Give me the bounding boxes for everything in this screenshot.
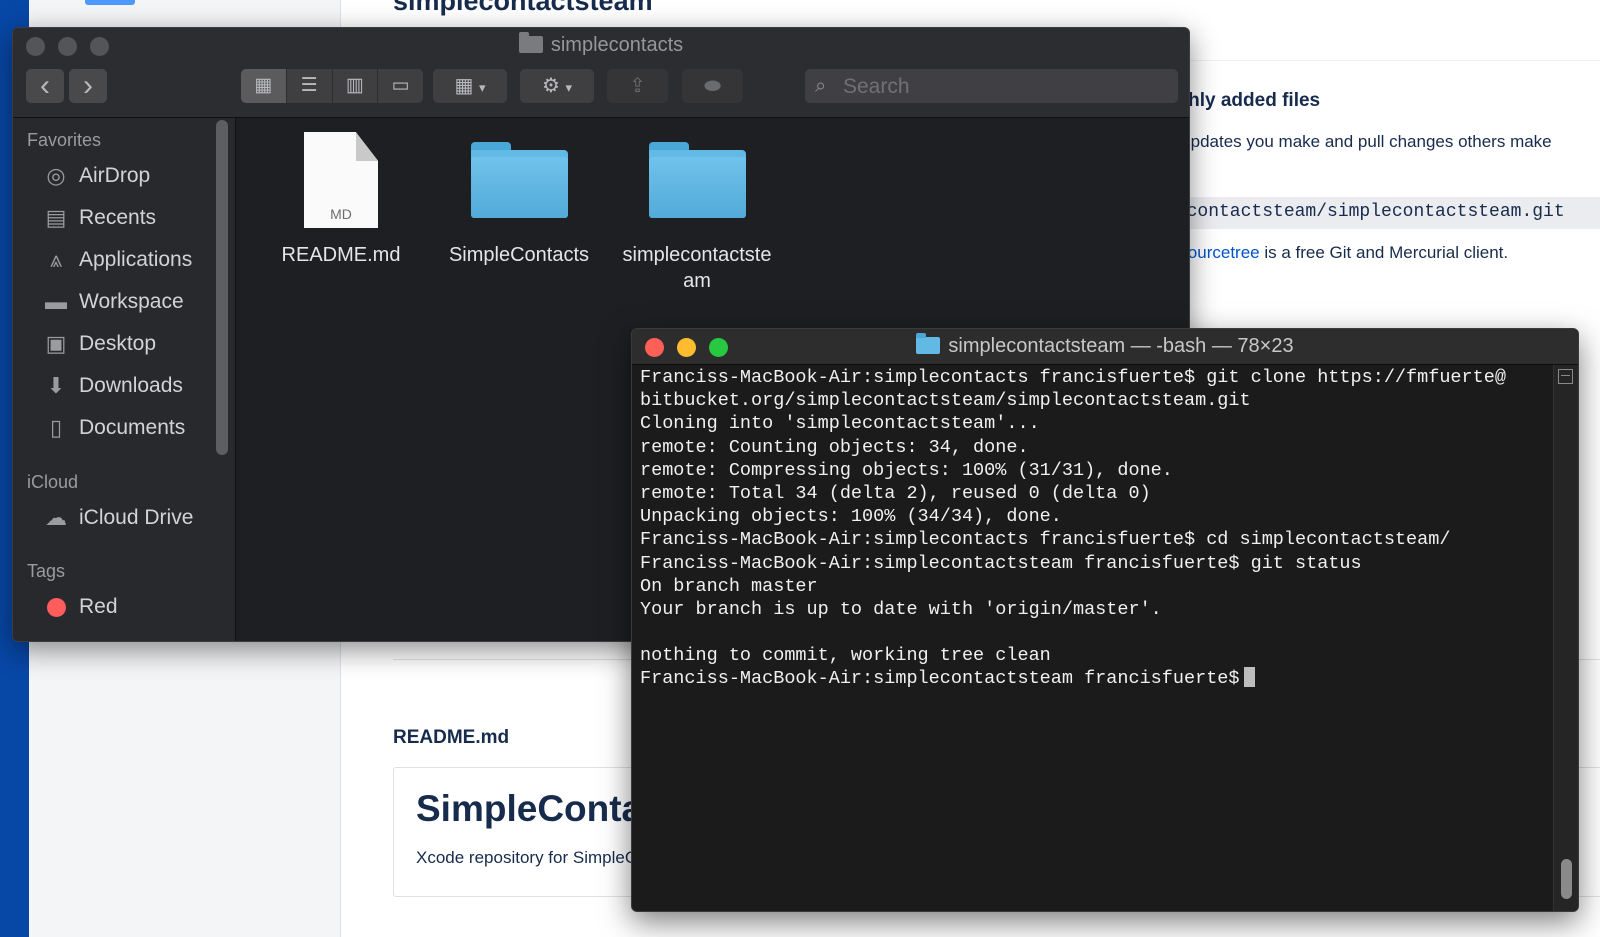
- column-view-button[interactable]: ▥: [333, 69, 379, 103]
- columns-icon: ▥: [345, 75, 364, 96]
- readme-label: README.md: [393, 727, 510, 748]
- terminal-window: simplecontactsteam — -bash — 78×23 Franc…: [631, 328, 1579, 912]
- markdown-file-icon: MD: [304, 132, 378, 228]
- back-button[interactable]: ‹: [26, 69, 64, 103]
- gallery-icon: ▭: [391, 75, 410, 96]
- share-icon: ⇪: [629, 75, 646, 97]
- sidebar-scrollbar[interactable]: [216, 120, 228, 455]
- folder-icon: [518, 32, 543, 53]
- tags-button[interactable]: ⬬: [682, 69, 743, 103]
- grid-icon: ▦: [254, 75, 273, 96]
- documents-icon: ▯: [49, 415, 63, 440]
- gallery-view-button[interactable]: ▭: [378, 69, 423, 103]
- search-field[interactable]: ⌕: [805, 69, 1178, 105]
- tags-header: Tags: [27, 561, 66, 581]
- red-tag-dot-icon: [41, 593, 71, 621]
- share-button[interactable]: ⇪: [607, 69, 668, 103]
- section-description: n updates you make and pull changes othe…: [1167, 132, 1552, 151]
- terminal-line: Franciss-MacBook-Air:simplecontacts fran…: [640, 367, 1506, 388]
- chevron-down-icon: ▾: [565, 80, 573, 95]
- grid-icon: ▦: [454, 75, 474, 97]
- tag-icon: ⬬: [703, 75, 722, 97]
- sidebar-item-tag-red[interactable]: Red: [41, 590, 118, 624]
- sidebar-item-workspace[interactable]: ▬ Workspace: [41, 285, 184, 319]
- gear-icon: ⚙: [541, 75, 560, 97]
- list-icon: ☰: [300, 75, 318, 96]
- split-pane-icon[interactable]: [1558, 369, 1573, 384]
- icloud-header: iCloud: [27, 472, 79, 492]
- sidebar-item-downloads[interactable]: ⬇ Downloads: [41, 369, 183, 403]
- terminal-line: On branch master: [640, 575, 818, 597]
- file-name: README.md: [281, 244, 401, 266]
- list-view-button[interactable]: ☰: [287, 69, 333, 103]
- terminal-line: remote: Compressing objects: 100% (31/31…: [640, 459, 1173, 481]
- group-button[interactable]: ▦ ▾: [433, 69, 507, 103]
- terminal-cursor: [1243, 667, 1255, 688]
- folder-icon: [470, 142, 568, 218]
- folder-icon: ▬: [45, 289, 67, 314]
- repo-title: simplecontactsteam: [393, 0, 653, 16]
- file-name: SimpleContacts: [448, 244, 590, 266]
- sidebar-item-recents[interactable]: ▤ Recents: [41, 201, 156, 235]
- terminal-prompt-line: Franciss-MacBook-Air:simplecontactsteam …: [640, 667, 1542, 690]
- chevron-left-icon: ‹: [40, 69, 50, 102]
- terminal-line: Franciss-MacBook-Air:simplecontactsteam …: [640, 552, 1362, 574]
- file-item-readme[interactable]: MD README.md: [256, 132, 426, 268]
- forward-button[interactable]: ›: [69, 69, 107, 103]
- search-icon: ⌕: [815, 75, 827, 97]
- terminal-line: remote: Total 34 (delta 2), reused 0 (de…: [640, 482, 1151, 504]
- terminal-line: Franciss-MacBook-Air:simplecontacts fran…: [640, 529, 1451, 551]
- downloads-icon: ⬇: [46, 373, 66, 398]
- chevron-down-icon: ▾: [478, 80, 486, 95]
- cloud-icon: ☁: [45, 505, 67, 530]
- terminal-scrollbar-thumb[interactable]: [1561, 859, 1572, 899]
- view-mode-control: ▦ ☰ ▥ ▭: [241, 69, 423, 103]
- terminal-line: Unpacking objects: 100% (34/34), done.: [640, 506, 1062, 528]
- terminal-line: Your branch is up to date with 'origin/m…: [640, 598, 1162, 620]
- finder-sidebar: Favorites ◎ AirDrop ▤ Recents ⩓ Application…: [13, 118, 236, 641]
- file-name: simplecontactste am: [622, 244, 772, 292]
- web-sidebar-button[interactable]: [85, 0, 135, 5]
- chevron-right-icon: ›: [83, 69, 93, 102]
- terminal-output[interactable]: Franciss-MacBook-Air:simplecontacts fran…: [640, 366, 1542, 906]
- icon-view-button[interactable]: ▦: [241, 69, 287, 103]
- applications-icon: ⩓: [49, 247, 63, 272]
- terminal-line: bitbucket.org/simplecontactsteam/simplec…: [640, 390, 1251, 412]
- terminal-title: simplecontactsteam — -bash — 78×23: [632, 333, 1578, 358]
- terminal-line: nothing to commit, working tree clean: [640, 645, 1051, 667]
- terminal-line: remote: Counting objects: 34, done.: [640, 436, 1029, 458]
- terminal-line: Cloning into 'simplecontactsteam'...: [640, 413, 1040, 435]
- desktop-icon: ▣: [45, 331, 67, 356]
- finder-toolbar: simplecontacts ‹ › ▦ ☰ ▥ ▭ ▦ ▾ ⚙ ▾ ⇪ ⬬ ⌕: [13, 28, 1189, 118]
- file-item-simplecontactsteam[interactable]: simplecontactste am: [612, 132, 782, 294]
- action-button[interactable]: ⚙ ▾: [520, 69, 594, 103]
- favorites-header: Favorites: [27, 130, 102, 150]
- folder-icon: [916, 333, 941, 354]
- folder-icon: [648, 142, 746, 218]
- sidebar-item-applications[interactable]: ⩓ Applications: [41, 243, 192, 277]
- file-item-simplecontacts[interactable]: SimpleContacts: [434, 132, 604, 268]
- terminal-titlebar: simplecontactsteam — -bash — 78×23: [632, 329, 1578, 365]
- sidebar-item-documents[interactable]: ▯ Documents: [41, 411, 185, 445]
- airdrop-icon: ◎: [46, 163, 66, 188]
- clone-url-text[interactable]: lecontactsteam/simplecontactsteam.git: [1165, 202, 1565, 222]
- finder-title: simplecontacts: [13, 32, 1189, 57]
- terminal-scrollbar[interactable]: [1553, 365, 1578, 911]
- sourcetree-note: . Sourcetree is a free Git and Mercurial…: [1167, 243, 1509, 262]
- recents-icon: ▤: [45, 205, 67, 230]
- sidebar-item-icloud-drive[interactable]: ☁ iCloud Drive: [41, 501, 193, 535]
- sidebar-item-airdrop[interactable]: ◎ AirDrop: [41, 159, 150, 193]
- search-input[interactable]: [841, 69, 1165, 105]
- sidebar-item-desktop[interactable]: ▣ Desktop: [41, 327, 156, 361]
